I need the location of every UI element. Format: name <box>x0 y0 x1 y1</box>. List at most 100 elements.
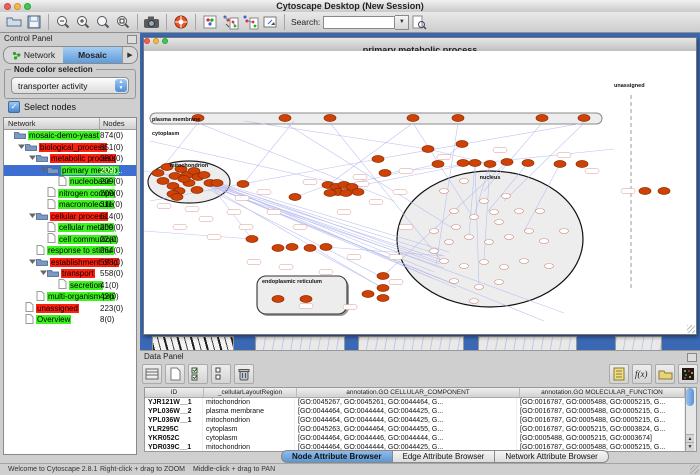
table-col-header[interactable]: annotation.GO CELLULAR_COMPONENT <box>297 388 520 397</box>
network-node[interactable] <box>211 180 223 187</box>
network-node[interactable] <box>658 188 670 195</box>
network-node[interactable] <box>536 115 548 122</box>
tree-row-transport[interactable]: transport558(0) <box>4 268 136 280</box>
expander-icon[interactable] <box>29 258 36 267</box>
network-node[interactable] <box>279 115 291 122</box>
table-col-header[interactable]: annotation.GO MOLECULAR_FUNCTION <box>520 388 685 397</box>
network-node[interactable] <box>272 296 284 303</box>
background-window-fragment[interactable] <box>358 336 464 351</box>
window-resize-grip[interactable] <box>690 465 699 474</box>
float-panel-icon[interactable] <box>687 353 697 362</box>
network-node[interactable] <box>300 296 312 303</box>
table-col-header[interactable]: _cellularLayoutRegion <box>204 388 297 397</box>
scroll-down-icon[interactable]: ▼ <box>686 442 694 451</box>
network-node[interactable] <box>480 199 489 204</box>
table-row[interactable]: YPL036W__1mitochondrion[GO:0044464, GO:0… <box>145 416 685 425</box>
network-node[interactable] <box>362 291 374 298</box>
network-node[interactable] <box>505 235 514 240</box>
network-node[interactable] <box>450 279 459 284</box>
network-node[interactable] <box>440 259 449 264</box>
network-node[interactable] <box>470 299 479 304</box>
search-go-icon[interactable] <box>409 13 429 31</box>
network-node[interactable] <box>198 172 210 179</box>
network-node[interactable] <box>171 194 183 201</box>
expander-icon[interactable] <box>18 143 25 152</box>
tree-row-mosaic-demo-yeast[interactable]: mosaic-demo-yeast874(0) <box>4 130 136 142</box>
scrollbar-thumb[interactable] <box>686 388 694 406</box>
view-minimize-button[interactable] <box>153 38 159 44</box>
network-node[interactable] <box>152 170 164 177</box>
network-node[interactable] <box>520 259 529 264</box>
network-node[interactable] <box>475 285 484 290</box>
select-attributes-icon[interactable] <box>188 364 208 384</box>
tree-row-response-to-stimul[interactable]: response to stimul264(0) <box>4 245 136 257</box>
network-node[interactable] <box>465 235 474 240</box>
network-node[interactable] <box>432 161 444 168</box>
combo-stepper-icon[interactable]: ▲▼ <box>115 79 127 92</box>
matrix-icon[interactable] <box>678 364 698 384</box>
network-node[interactable] <box>324 190 336 197</box>
region-plasma-membrane[interactable] <box>150 113 602 124</box>
network-node[interactable] <box>485 240 494 245</box>
tree-row-macromolecule[interactable]: macromolecule311(0) <box>4 199 136 211</box>
minimize-button[interactable] <box>14 3 21 10</box>
network-node[interactable] <box>320 244 332 251</box>
network-node[interactable] <box>470 215 479 220</box>
network-node[interactable] <box>304 245 316 252</box>
tree-row-metabolic-process[interactable]: metabolic process280(0) <box>4 153 136 165</box>
tab-node-attribute-browser[interactable]: Node Attribute Browser <box>281 450 393 463</box>
network-node[interactable] <box>272 245 284 252</box>
view-zoom-button[interactable] <box>162 38 168 44</box>
network-node[interactable] <box>324 115 336 122</box>
network-node[interactable] <box>495 280 504 285</box>
tree-row-biological-process[interactable]: biological_process651(0) <box>4 142 136 154</box>
network-node[interactable] <box>237 181 249 188</box>
close-button[interactable] <box>4 3 11 10</box>
network-node[interactable] <box>515 209 524 214</box>
network-node[interactable] <box>578 115 590 122</box>
tree-row-primary-metabo[interactable]: primary metabo209(... <box>4 165 136 177</box>
network-node[interactable] <box>178 176 190 183</box>
chevron-down-icon[interactable]: ▼ <box>395 15 409 30</box>
network-node[interactable] <box>440 189 449 194</box>
background-window-fragment[interactable] <box>255 336 345 351</box>
select-nodes-checkbox[interactable]: ✓ <box>8 101 20 113</box>
network-node[interactable] <box>452 115 464 122</box>
network-node[interactable] <box>286 244 298 251</box>
table-row[interactable]: YLR295Ccytoplasm[GO:0045263, GO:0044464,… <box>145 425 685 434</box>
function-builder-icon[interactable]: f(x) <box>632 364 652 384</box>
network-node[interactable] <box>430 229 439 234</box>
network-node[interactable] <box>501 159 513 166</box>
background-window-fragment[interactable] <box>615 336 662 351</box>
network-node[interactable] <box>460 264 469 269</box>
background-window-fragment[interactable] <box>152 336 234 351</box>
network-node[interactable] <box>450 209 459 214</box>
import-attributes-icon[interactable] <box>655 364 675 384</box>
zoom-in-icon[interactable] <box>73 13 93 31</box>
search-input[interactable] <box>323 16 395 29</box>
zoom-out-icon[interactable] <box>53 13 73 31</box>
node-color-combo[interactable]: transporter activity ▲▼ <box>11 77 129 94</box>
network-node[interactable] <box>460 179 469 184</box>
new-attribute-icon[interactable] <box>165 364 185 384</box>
zoom-selected-icon[interactable] <box>93 13 113 31</box>
save-icon[interactable] <box>24 13 44 31</box>
table-scrollbar[interactable]: ▲ ▼ <box>685 387 697 452</box>
network-node[interactable] <box>452 225 461 230</box>
table-row[interactable]: YKR052Ccytoplasm[GO:0044464, GO:0044446,… <box>145 434 685 443</box>
network-node[interactable] <box>639 188 651 195</box>
network-node[interactable] <box>536 209 545 214</box>
network-node[interactable] <box>422 146 434 153</box>
expander-icon[interactable] <box>29 154 36 163</box>
tree-row-unassigned[interactable]: unassigned223(0) <box>4 303 136 315</box>
tab-network-attribute-browser[interactable]: Network Attribute Browser <box>495 450 608 463</box>
network-node[interactable] <box>377 295 389 302</box>
table-col-header[interactable]: ID <box>145 388 204 397</box>
tree-row-secretion[interactable]: secretion41(0) <box>4 280 136 292</box>
view-close-button[interactable] <box>144 38 150 44</box>
network-node[interactable] <box>490 210 499 215</box>
network-node[interactable] <box>445 240 454 245</box>
network-node[interactable] <box>377 285 389 292</box>
help-ring-icon[interactable] <box>171 13 191 31</box>
network-node[interactable] <box>372 156 384 163</box>
